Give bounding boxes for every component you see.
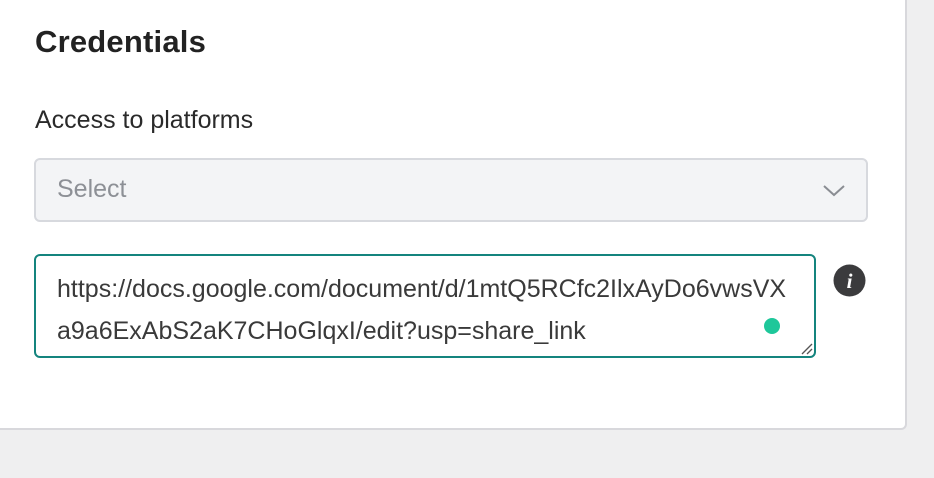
select-placeholder: Select: [57, 175, 127, 203]
access-platforms-label: Access to platforms: [35, 106, 254, 134]
credentials-panel: Credentials Access to platforms Select h…: [0, 0, 907, 430]
info-icon[interactable]: i: [833, 264, 866, 297]
access-platforms-select[interactable]: Select: [34, 158, 868, 222]
resize-handle-icon[interactable]: [799, 341, 813, 355]
chevron-down-icon: [822, 180, 846, 200]
section-title: Credentials: [35, 24, 207, 59]
status-dot: [764, 318, 780, 334]
document-link-value[interactable]: https://docs.google.com/document/d/1mtQ5…: [57, 268, 787, 352]
document-link-textarea[interactable]: https://docs.google.com/document/d/1mtQ5…: [34, 254, 816, 358]
info-icon-glyph: i: [847, 269, 853, 293]
